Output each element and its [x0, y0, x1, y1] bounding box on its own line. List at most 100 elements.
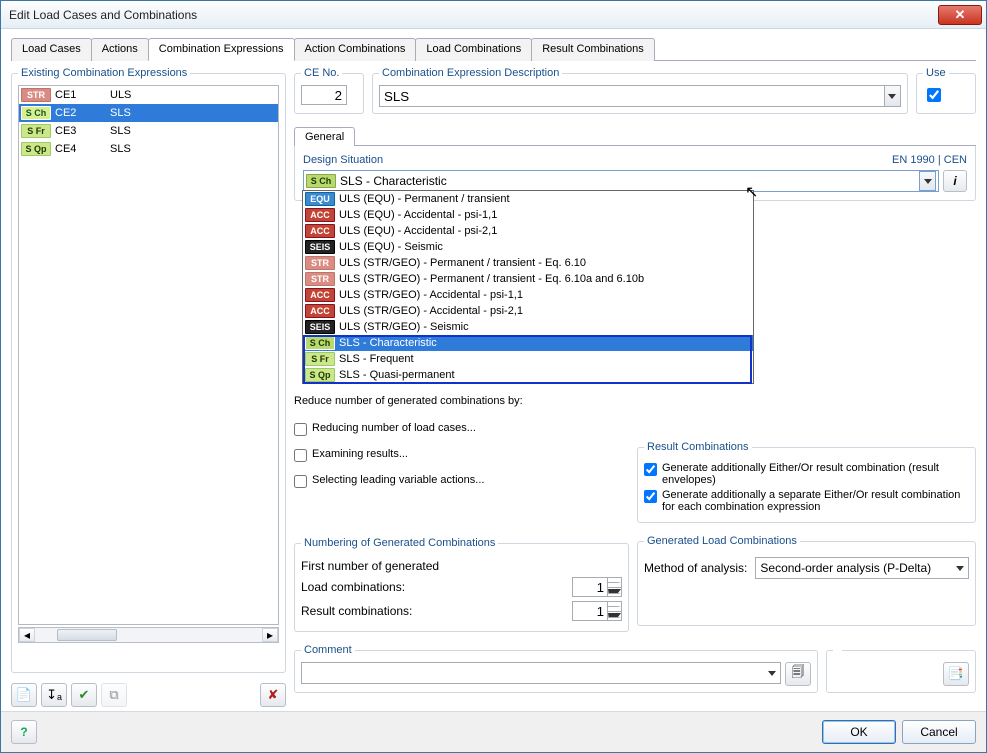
design-standard-label: EN 1990 | CEN	[892, 154, 967, 166]
load-comb-input[interactable]	[573, 578, 607, 596]
spin-down-button[interactable]	[607, 612, 621, 621]
dropdown-item[interactable]: ACCULS (STR/GEO) - Accidental - psi-1,1	[303, 287, 753, 303]
list-item-desc: SLS	[110, 143, 131, 155]
examine-results-checkbox[interactable]	[294, 449, 307, 462]
dropdown-item[interactable]: SEISULS (STR/GEO) - Seismic	[303, 319, 753, 335]
gen-lc-title: Generated Load Combinations	[644, 535, 800, 547]
dropdown-item-label: SLS - Frequent	[339, 353, 414, 365]
delete-button[interactable]: ✘	[260, 683, 286, 707]
examine-results-label: Examining results...	[312, 448, 408, 460]
tab-load-cases[interactable]: Load Cases	[11, 38, 92, 61]
badge-seis: SEIS	[305, 240, 335, 254]
design-situation-select[interactable]: S Ch SLS - Characteristic	[303, 170, 939, 192]
badge-acc: ACC	[305, 208, 335, 222]
result-comb-spinner[interactable]	[572, 601, 622, 621]
close-button[interactable]: ✕	[938, 5, 982, 25]
dropdown-item[interactable]: ACC ULS (STR/GEO) - Accidental - psi-2,1	[303, 303, 753, 319]
extra-button[interactable]: 📑	[943, 662, 969, 686]
method-select[interactable]: Second-order analysis (P-Delta)	[755, 557, 969, 579]
tab-result-combinations[interactable]: Result Combinations	[531, 38, 655, 61]
new-button[interactable]: 📄	[11, 683, 37, 707]
load-comb-spinner[interactable]	[572, 577, 622, 597]
ce-no-label: CE No.	[301, 67, 342, 79]
dropdown-item-label: ULS (STR/GEO) - Permanent / transient - …	[339, 257, 586, 269]
inner-tab-general[interactable]: General	[294, 127, 355, 146]
tab-combination-expressions[interactable]: Combination Expressions	[148, 38, 295, 61]
window-title: Edit Load Cases and Combinations	[5, 8, 938, 22]
dropdown-item[interactable]: SEIS ULS (EQU) - Seismic	[303, 239, 753, 255]
tab-action-combinations[interactable]: Action Combinations	[294, 38, 417, 61]
gen-separate-either-or-checkbox[interactable]	[644, 490, 657, 503]
dropdown-item-label: SLS - Characteristic	[339, 337, 437, 349]
use-checkbox[interactable]	[927, 88, 941, 102]
horiz-scrollbar[interactable]: ◂ ▸	[18, 627, 279, 643]
list-item[interactable]: S Fr CE3 SLS	[19, 122, 278, 140]
ce-no-input[interactable]	[301, 85, 347, 105]
scroll-right-button[interactable]: ▸	[262, 628, 278, 642]
cancel-button[interactable]: Cancel	[902, 720, 976, 744]
comment-label: Comment	[301, 644, 355, 656]
comment-library-button[interactable]: 🗐	[785, 662, 811, 686]
ced-dropdown-button[interactable]	[885, 85, 901, 107]
info-button[interactable]: i	[943, 170, 967, 192]
list-item-code: CE3	[55, 125, 110, 137]
badge-acc: ACC	[305, 288, 335, 302]
dropdown-item-label: ULS (STR/GEO) - Seismic	[339, 321, 469, 333]
scroll-left-button[interactable]: ◂	[19, 628, 35, 642]
badge-acc: ACC	[305, 304, 335, 318]
numbering-title: Numbering of Generated Combinations	[301, 537, 498, 549]
tab-actions[interactable]: Actions	[91, 38, 149, 61]
dropdown-item[interactable]: EQUULS (EQU) - Permanent / transient	[303, 191, 753, 207]
ok-button[interactable]: OK	[822, 720, 896, 744]
leading-actions-checkbox[interactable]	[294, 475, 307, 488]
badge-str: STR	[21, 88, 51, 102]
dropdown-item[interactable]: S Qp SLS - Quasi-permanent	[303, 367, 753, 383]
comment-input[interactable]	[301, 662, 781, 684]
ced-label: Combination Expression Description	[379, 67, 562, 79]
design-situation-dropdown-button[interactable]	[919, 171, 936, 191]
chevron-down-icon	[924, 179, 932, 184]
gen-separate-either-or-label: Generate additionally a separate Either/…	[662, 489, 969, 513]
dropdown-item[interactable]: ACC ULS (EQU) - Accidental - psi-1,1	[303, 207, 753, 223]
main-tabs: Load Cases Actions Combination Expressio…	[11, 37, 976, 61]
badge-sch: S Ch	[305, 336, 335, 350]
badge-str: STR	[305, 272, 335, 286]
check-button[interactable]: ✔	[71, 683, 97, 707]
design-situation-value: SLS - Characteristic	[340, 174, 447, 188]
dropdown-item[interactable]: S Fr SLS - Frequent	[303, 351, 753, 367]
badge-sfr: S Fr	[305, 352, 335, 366]
badge-acc: ACC	[305, 224, 335, 238]
scroll-thumb[interactable]	[57, 629, 117, 641]
result-comb-input[interactable]	[573, 602, 607, 620]
badge-sch: S Ch	[21, 106, 51, 120]
list-item[interactable]: STR CE1 ULS	[19, 86, 278, 104]
reduce-load-cases-checkbox[interactable]	[294, 423, 307, 436]
help-button[interactable]: ?	[11, 720, 37, 744]
dropdown-item[interactable]: STRULS (STR/GEO) - Permanent / transient…	[303, 271, 753, 287]
dropdown-item-label: ULS (EQU) - Accidental - psi-1,1	[339, 209, 497, 221]
design-situation-label: Design Situation	[303, 154, 383, 166]
list-item-code: CE1	[55, 89, 110, 101]
dropdown-item[interactable]: ACCULS (EQU) - Accidental - psi-2,1	[303, 223, 753, 239]
list-item[interactable]: S Ch CE2 SLS	[19, 104, 278, 122]
spin-down-button[interactable]	[607, 588, 621, 597]
ced-input[interactable]	[379, 85, 885, 107]
tab-load-combinations[interactable]: Load Combinations	[415, 38, 532, 61]
dropdown-item[interactable]: STR ULS (STR/GEO) - Permanent / transient…	[303, 255, 753, 271]
dropdown-item-label: ULS (STR/GEO) - Accidental - psi-2,1	[339, 305, 523, 317]
spin-up-button[interactable]	[607, 578, 621, 588]
dropdown-item[interactable]: S Ch SLS - Characteristic	[303, 335, 753, 351]
list-item[interactable]: S Qp CE4 SLS	[19, 140, 278, 158]
badge-sqp: S Qp	[305, 368, 335, 382]
design-situation-dropdown[interactable]: EQUULS (EQU) - Permanent / transient ACC…	[302, 190, 754, 384]
badge-str: STR	[305, 256, 335, 270]
dropdown-item-label: SLS - Quasi-permanent	[339, 369, 455, 381]
gen-either-or-checkbox[interactable]	[644, 463, 657, 476]
spin-up-button[interactable]	[607, 602, 621, 612]
expression-list[interactable]: STR CE1 ULS S Ch CE2 SLS S Fr CE3 SL	[18, 85, 279, 625]
sort-button[interactable]: ↧ₐ	[41, 683, 67, 707]
dropdown-item-label: ULS (EQU) - Seismic	[339, 241, 443, 253]
badge-sch: S Ch	[306, 174, 336, 188]
list-item-code: CE4	[55, 143, 110, 155]
list-item-desc: SLS	[110, 107, 131, 119]
